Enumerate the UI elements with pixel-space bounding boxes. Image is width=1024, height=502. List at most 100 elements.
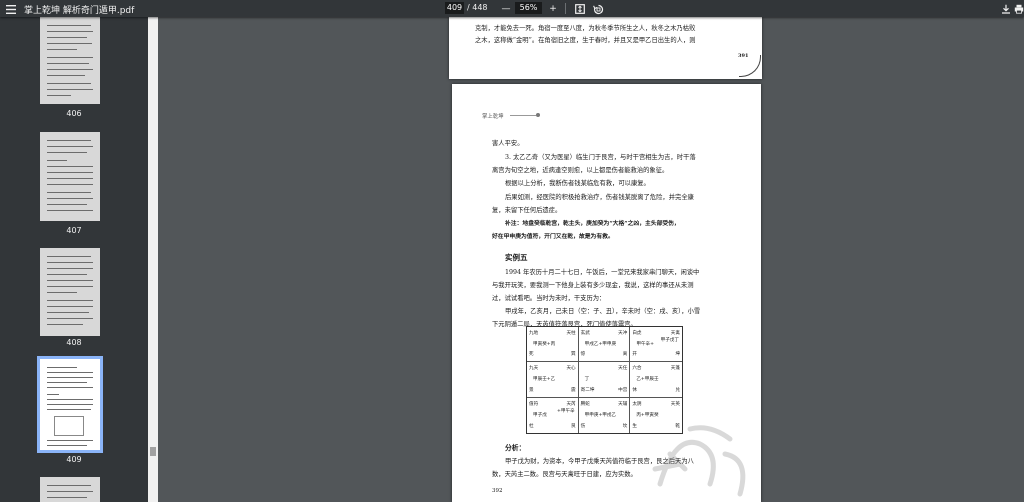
chart-cell: 玄武 天冲 甲戌乙+甲申庚惊 离 bbox=[578, 327, 631, 363]
chart-cell-text: 天辅 bbox=[618, 401, 628, 407]
chart-cell-text: 太阴 bbox=[632, 401, 642, 407]
text-line: 数，天芮主二数。艮宫与天禽旺于日建，应为实数。 bbox=[492, 471, 637, 478]
menu-icon[interactable] bbox=[3, 1, 19, 17]
chart-cell-text: 甲寅癸+丙 bbox=[533, 342, 556, 347]
chart-cell-text: 开 bbox=[632, 352, 637, 358]
chart-cell: 九天 天心甲辰壬+乙景 震 bbox=[527, 362, 579, 398]
chart-cell-text: 兑 bbox=[675, 387, 680, 393]
chart-cell-text: 甲午辛+ bbox=[636, 342, 654, 347]
chart-cell-text: 震 bbox=[571, 387, 576, 393]
chart-cell-text: 白虎 bbox=[632, 331, 642, 336]
thumbnail-label: 407 bbox=[66, 226, 82, 235]
zoom-out-button[interactable]: — bbox=[498, 1, 514, 17]
text-line: 复，未留下任何后遗症。 bbox=[492, 207, 562, 214]
toolbar-divider bbox=[565, 3, 566, 14]
text-line: 后果如测，经医院的积极抢救治疗，伤者钱某脱离了危险，并完全康 bbox=[505, 194, 694, 201]
chart-cell-text: 巽 bbox=[571, 352, 576, 358]
sidebar-scrollbar-thumb[interactable] bbox=[150, 447, 156, 456]
chart-cell-text: 景 bbox=[529, 387, 534, 393]
text-line: 离宫为旬空之地，近病逢空则愈，以上都是伤者能救治的象征。 bbox=[492, 167, 669, 174]
note-line: 好在甲申庚为值符，开门又在乾，故是为有救。 bbox=[492, 234, 614, 240]
thumbnail-page-407[interactable] bbox=[40, 132, 100, 221]
sidebar-scrollbar[interactable] bbox=[148, 17, 158, 502]
thumbnail-sidebar: 406 407 408 409 bbox=[0, 17, 148, 502]
chart-cell: 腾蛇 天辅 甲申庚+甲戌乙伤 坎 bbox=[579, 397, 631, 433]
chart-cell-text: 天禽 bbox=[670, 331, 680, 336]
chart-cell-text: 天柱 bbox=[566, 331, 576, 336]
chart-cell: 白虎 天禽甲午辛+ 甲子戊丁开 坤 bbox=[630, 327, 682, 363]
chart-cell-text: 天英 bbox=[670, 401, 680, 407]
chart-cell-text: 乙+甲辰壬 bbox=[636, 377, 659, 383]
page-number: 392 bbox=[492, 488, 503, 494]
thumbnail-page-410[interactable] bbox=[40, 477, 100, 502]
chart-cell: 天任丁寄二坤 中宫 bbox=[578, 362, 631, 398]
chart-cell-text: 坤 bbox=[675, 352, 680, 358]
text-line: 之木，这称做“金明”。在角宿旧之度，生于春时，并且又是甲乙日出生的人，则 bbox=[475, 37, 696, 44]
thumbnail-page-406[interactable] bbox=[40, 17, 100, 104]
download-icon[interactable] bbox=[998, 1, 1014, 17]
text-line: 克制，才能免去一死。角宿一度至八度，为秋冬季节所生之人，秋冬之木乃枯败 bbox=[475, 25, 696, 32]
chart-cell-text: 天心 bbox=[566, 366, 576, 372]
zoom-in-button[interactable]: + bbox=[545, 1, 561, 17]
chart-cell-text: 九天 bbox=[529, 366, 539, 372]
header-rule bbox=[510, 115, 536, 116]
chart-cell-text: 天任 bbox=[618, 366, 628, 372]
chart-cell-text: 死 bbox=[529, 352, 534, 358]
chart-cell-text: 杜 bbox=[529, 423, 534, 429]
thumbnail-label: 409 bbox=[66, 455, 82, 464]
pdf-page-392: 掌上乾坤 害人平安。 3. 太乙乙奇（又为医星）临生门于艮宫，与时干宫相生为吉，… bbox=[452, 84, 761, 502]
text-line: 3. 太乙乙奇（又为医星）临生门于艮宫，与时干宫相生为吉，时干落 bbox=[505, 154, 696, 161]
fit-page-icon[interactable] bbox=[572, 1, 588, 17]
chart-cell-text: 六合 bbox=[632, 366, 642, 372]
chart-cell-text: +甲午辛 bbox=[557, 408, 575, 414]
chart-cell-text: 坎 bbox=[622, 423, 628, 429]
chart-cell-text: 休 bbox=[632, 387, 637, 393]
pdf-page-391: 克制，才能免去一死。角宿一度至八度，为秋冬季节所生之人，秋冬之木乃枯败 之木，这… bbox=[449, 17, 762, 79]
chart-cell-text: 惊 bbox=[580, 352, 586, 358]
thumbnail-page-409[interactable] bbox=[37, 356, 103, 453]
chart-cell-text: 天芮 bbox=[566, 401, 576, 407]
zoom-input[interactable]: 56% bbox=[515, 2, 542, 14]
chart-cell-text: 离 bbox=[622, 352, 628, 358]
chart-cell-text: 甲辰壬+乙 bbox=[533, 377, 556, 383]
chart-cell-text: 腾蛇 bbox=[580, 401, 590, 407]
text-line: 1994 年农历十月二十七日，午饭后，一堂兄来我家串门聊天，闲谈中 bbox=[505, 269, 700, 276]
page-number-input[interactable]: 409 bbox=[445, 2, 464, 14]
note-line: 补注：地盘癸临乾宫，乾主头，庚加癸为“大格”之凶，主头部受伤， bbox=[505, 221, 680, 227]
chart-cell-text: 中宫 bbox=[618, 387, 628, 393]
thumbnail-label: 406 bbox=[66, 109, 82, 118]
text-line: 过，试试看吧。当时为未时，干支历为： bbox=[492, 295, 606, 302]
text-line: 害人平安。 bbox=[492, 140, 524, 147]
chart-cell-text: 值符 bbox=[529, 401, 539, 407]
chart-cell-text: 甲子戊 bbox=[533, 412, 547, 418]
chart-cell-text: 伤 bbox=[580, 423, 586, 429]
document-title: 掌上乾坤 解析奇门遁甲.pdf bbox=[24, 6, 135, 16]
chart-cell-text: 玄武 bbox=[580, 331, 590, 336]
text-line: 与我开玩笑，要我测一下他身上装有多少现金，我说，这样的事还从未测 bbox=[492, 282, 694, 289]
chart-cell: 九地 天柱甲寅癸+丙死 巽 bbox=[527, 327, 579, 363]
chart-cell-text: 寄二坤 bbox=[580, 387, 595, 393]
chart-cell-text: 天蓬 bbox=[670, 366, 680, 372]
watermark-seal bbox=[652, 425, 746, 497]
example-heading: 实例五 bbox=[505, 253, 528, 262]
print-icon[interactable] bbox=[1014, 1, 1024, 17]
analysis-heading: 分析： bbox=[505, 444, 526, 452]
chart-cell-text: 生 bbox=[632, 423, 637, 429]
page-total: / 448 bbox=[467, 3, 488, 12]
pdf-toolbar: 掌上乾坤 解析奇门遁甲.pdf 409 / 448 — 56% + bbox=[0, 0, 1024, 17]
thumbnail-page-408[interactable] bbox=[40, 248, 100, 336]
chart-cell-text: 甲子戊丁 bbox=[660, 338, 679, 343]
text-line: 根据以上分析，我断伤者钱某临危有救，可以康复。 bbox=[505, 180, 650, 187]
rotate-icon[interactable] bbox=[590, 1, 606, 17]
chart-cell-text: 丁 bbox=[584, 377, 590, 383]
page-number: 391 bbox=[738, 53, 749, 59]
chart-cell-text: 甲戌乙+甲申庚 bbox=[584, 342, 617, 347]
running-header: 掌上乾坤 bbox=[482, 114, 504, 120]
chart-cell-text: 甲申庚+甲戌乙 bbox=[584, 412, 617, 418]
chart-cell-text: 九地 bbox=[529, 331, 539, 336]
chart-cell-text: 艮 bbox=[571, 423, 576, 429]
chart-cell: 六合 天蓬乙+甲辰壬休 兑 bbox=[630, 362, 682, 398]
chart-cell: 值符 天芮甲子戊 +甲午辛杜 艮 bbox=[527, 397, 579, 433]
header-dot bbox=[536, 113, 540, 117]
text-line: 甲戌年，乙亥月，己未日（空：子、丑），辛未时（空：戌、亥），小雪 bbox=[505, 308, 701, 315]
